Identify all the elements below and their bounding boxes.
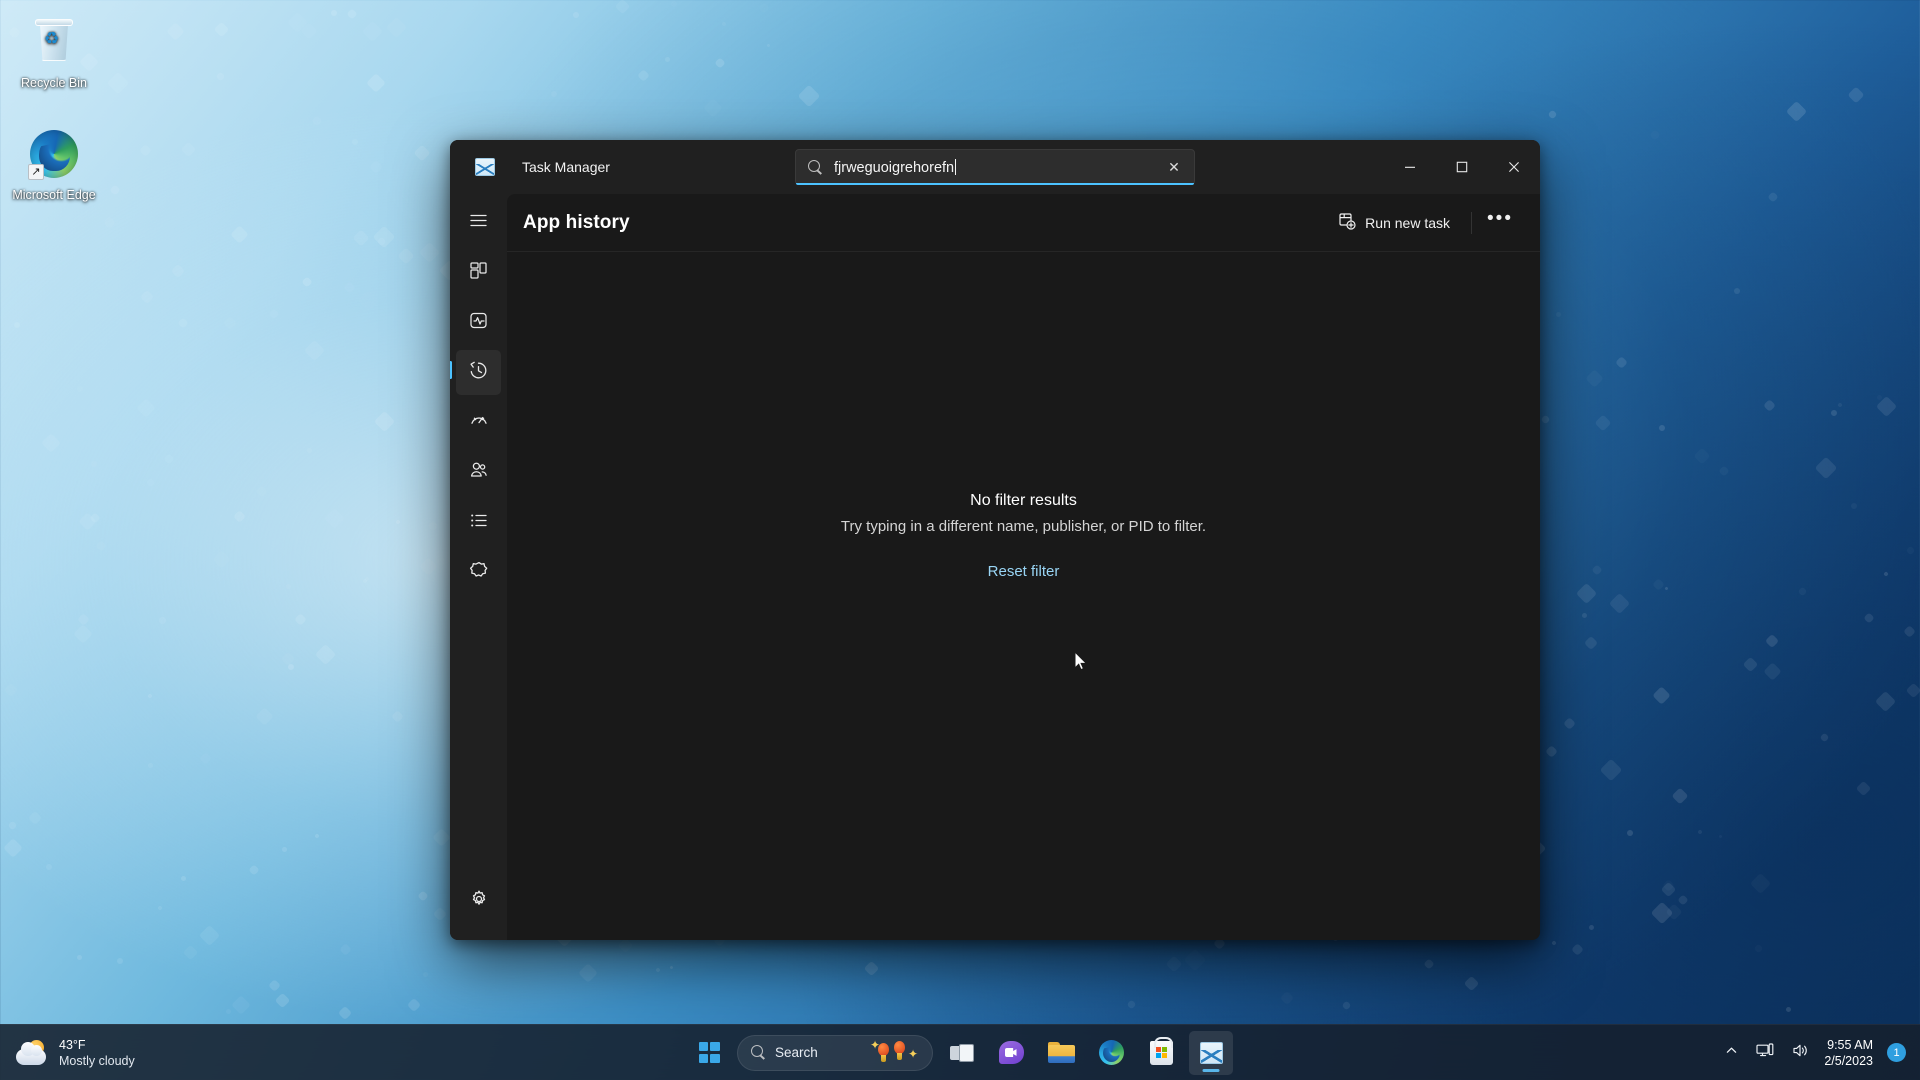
edge-icon: ↗	[28, 130, 80, 182]
network-icon	[1756, 1042, 1774, 1063]
sidebar-item-services[interactable]	[456, 550, 501, 595]
volume-button[interactable]	[1785, 1032, 1816, 1074]
processes-icon	[469, 261, 488, 285]
weather-temperature: 43°F	[59, 1037, 86, 1052]
teams-chat-icon	[998, 1041, 1024, 1064]
taskbar-app-task-manager[interactable]	[1189, 1030, 1233, 1075]
startup-apps-icon	[469, 410, 489, 435]
file-explorer-icon	[1047, 1042, 1075, 1063]
empty-state-title: No filter results	[970, 492, 1077, 509]
text-caret	[955, 158, 957, 175]
system-tray: 9:55 AM 2/5/2023 1	[1718, 1032, 1920, 1074]
sidebar-item-processes[interactable]	[456, 250, 501, 295]
clock-time: 9:55 AM	[1827, 1037, 1873, 1052]
weather-widget[interactable]: 43°F Mostly cloudy	[16, 1037, 135, 1069]
clock[interactable]: 9:55 AM 2/5/2023	[1820, 1037, 1881, 1069]
window-title: Task Manager	[522, 159, 610, 175]
overflow-menu-button[interactable]: •••	[1482, 206, 1518, 240]
desktop-icon-microsoft-edge[interactable]: ↗ Microsoft Edge	[6, 128, 102, 203]
taskbar-center: Search ✦ ✦	[687, 1030, 1233, 1075]
notification-badge[interactable]: 1	[1887, 1043, 1906, 1062]
clear-search-button[interactable]: ✕	[1160, 153, 1188, 181]
lantern-decoration-icon: ✦ ✦	[870, 1037, 919, 1062]
header-actions: Run new task •••	[1327, 206, 1518, 240]
microsoft-store-icon	[1149, 1036, 1173, 1065]
run-new-task-label: Run new task	[1365, 214, 1450, 231]
taskbar-app-file-explorer[interactable]	[1039, 1031, 1083, 1075]
task-manager-window: Task Manager fjrweguoigrehorefn ✕ App hi…	[450, 140, 1540, 940]
show-hidden-icons-icon	[1725, 1044, 1738, 1062]
windows-logo-icon	[698, 1042, 720, 1063]
sidebar-item-performance[interactable]	[456, 300, 501, 345]
empty-state-subtitle: Try typing in a different name, publishe…	[840, 518, 1207, 535]
search-icon	[751, 1045, 766, 1060]
weather-text: 43°F Mostly cloudy	[59, 1037, 135, 1069]
start-button[interactable]	[687, 1031, 731, 1075]
search-input[interactable]: fjrweguoigrehorefn ✕	[795, 149, 1195, 185]
sidebar-item-app-history[interactable]	[450, 350, 501, 395]
desktop-icon-label: Recycle Bin	[21, 76, 87, 90]
search-container: fjrweguoigrehorefn ✕	[795, 149, 1195, 185]
navigation-sidebar	[450, 194, 507, 940]
clock-date: 2/5/2023	[1824, 1053, 1873, 1068]
maximize-button[interactable]	[1436, 140, 1488, 194]
recycle-bin-icon: ♻	[28, 18, 80, 70]
details-icon	[469, 511, 488, 535]
task-manager-icon	[1199, 1041, 1223, 1064]
taskbar: 43°F Mostly cloudy Search ✦ ✦ 9:55 AM 2/…	[0, 1024, 1920, 1080]
sidebar-item-hamburger[interactable]	[456, 200, 501, 245]
taskbar-app-microsoft-edge[interactable]	[1089, 1031, 1133, 1075]
sidebar-item-startup-apps[interactable]	[456, 400, 501, 445]
window-body: App history Run new task ••• No filter r…	[450, 194, 1540, 940]
network-button[interactable]	[1749, 1032, 1781, 1074]
search-icon	[808, 159, 823, 175]
window-controls	[1384, 140, 1540, 194]
minimize-button[interactable]	[1384, 140, 1436, 194]
taskbar-app-task-view[interactable]	[939, 1031, 983, 1075]
hamburger-icon	[469, 211, 488, 235]
window-titlebar: Task Manager fjrweguoigrehorefn ✕	[450, 140, 1540, 194]
weather-condition: Mostly cloudy	[59, 1053, 135, 1068]
sidebar-item-users[interactable]	[456, 450, 501, 495]
taskbar-search-label: Search	[775, 1045, 818, 1060]
desktop-icon-recycle-bin[interactable]: ♻ Recycle Bin	[6, 14, 102, 91]
empty-state: No filter results Try typing in a differ…	[507, 252, 1540, 940]
services-icon	[469, 560, 489, 585]
taskbar-search-box[interactable]: Search ✦ ✦	[737, 1034, 933, 1071]
close-button[interactable]	[1488, 140, 1540, 194]
search-input-value: fjrweguoigrehorefn	[834, 158, 957, 176]
content-area: App history Run new task ••• No filter r…	[507, 194, 1540, 940]
run-new-task-button[interactable]: Run new task	[1327, 206, 1461, 240]
task-manager-icon	[475, 158, 495, 176]
taskbar-app-microsoft-store[interactable]	[1139, 1031, 1183, 1075]
reset-filter-link[interactable]: Reset filter	[988, 563, 1060, 580]
header-divider	[1471, 211, 1472, 234]
volume-icon	[1792, 1043, 1809, 1063]
sidebar-item-details[interactable]	[456, 500, 501, 545]
users-icon	[469, 460, 489, 485]
gear-icon	[469, 889, 489, 914]
task-view-icon	[950, 1043, 974, 1062]
run-new-task-icon	[1338, 212, 1356, 233]
taskbar-app-chat[interactable]	[989, 1031, 1033, 1075]
app-history-icon	[468, 360, 489, 386]
sidebar-item-settings[interactable]	[456, 879, 501, 924]
page-header: App history Run new task •••	[507, 194, 1540, 252]
show-hidden-icons-button[interactable]	[1718, 1032, 1745, 1074]
page-title: App history	[523, 211, 630, 233]
shortcut-arrow-icon: ↗	[28, 164, 44, 180]
edge-icon	[1098, 1040, 1124, 1065]
partly-cloudy-icon	[16, 1039, 48, 1066]
performance-icon	[469, 311, 488, 335]
desktop-icon-label: Microsoft Edge	[12, 188, 96, 202]
